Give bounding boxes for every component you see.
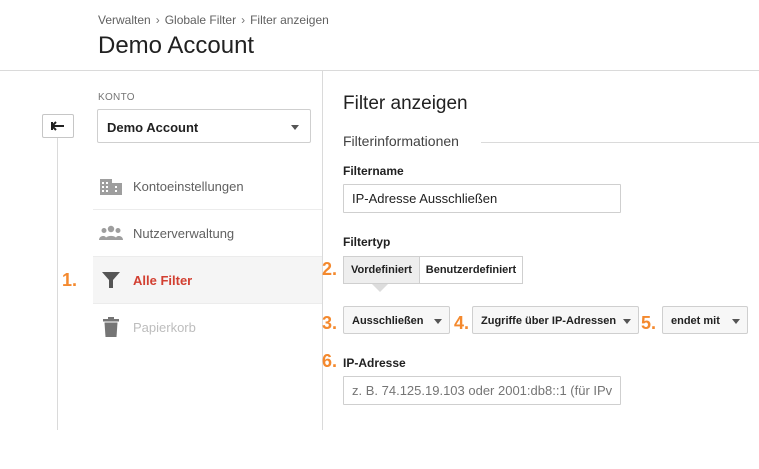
breadcrumb: Verwalten › Globale Filter › Filter anzeigen [98,13,329,27]
section-title: Filterinformationen [343,133,459,149]
page-header: Verwalten › Globale Filter › Filter anzeigen… [0,0,759,71]
breadcrumb-item-verwalten[interactable]: Verwalten [98,13,151,27]
sidebar-guide-line [57,138,58,430]
annotation-step-4: 4. [454,313,470,333]
building-icon [99,175,123,197]
ip-address-input[interactable] [343,376,621,405]
filtername-label: Filtername [343,164,404,178]
sidebar-item-label: Papierkorb [133,320,196,335]
filter-source-value: Zugriffe über IP-Adressen [481,315,617,327]
chevron-down-icon [732,319,740,324]
filter-expression-dropdown[interactable]: endet mit [662,306,748,334]
breadcrumb-separator: › [155,13,160,27]
back-arrow-icon [51,121,64,131]
breadcrumb-item-filter-anzeigen: Filter anzeigen [250,13,329,27]
chevron-down-icon [434,319,442,324]
sidebar-item-label: Alle Filter [133,273,193,288]
sidebar-item-alle-filter[interactable]: Alle Filter [93,257,322,304]
chevron-down-icon [291,125,299,130]
filter-action-value: Ausschließen [352,315,424,327]
breadcrumb-item-globale-filter[interactable]: Globale Filter [165,13,236,27]
annotation-step-1: 1. [62,270,78,290]
account-select[interactable]: Demo Account [97,109,311,143]
sidebar-divider [322,71,323,430]
trash-icon [99,316,123,338]
filtertyp-option-vordefiniert[interactable]: Vordefiniert [343,256,420,284]
sidebar-item-kontoeinstellungen[interactable]: Kontoeinstellungen [93,163,322,210]
back-button[interactable] [42,114,74,138]
annotation-step-2: 2. [322,259,338,279]
sidebar-item-label: Nutzerverwaltung [133,226,235,241]
filter-icon [99,269,123,291]
section-divider [481,142,759,143]
ip-address-label: IP-Adresse [343,356,406,370]
main-title: Filter anzeigen [343,93,468,114]
account-label: KONTO [98,92,135,103]
sidebar-item-nutzerverwaltung[interactable]: Nutzerverwaltung [93,210,322,257]
breadcrumb-separator: › [241,13,246,27]
selection-pointer [372,284,388,292]
chevron-down-icon [623,319,631,324]
sidebar-item-papierkorb[interactable]: Papierkorb [93,304,322,351]
users-icon [99,222,123,244]
annotation-step-5: 5. [641,313,657,333]
filter-source-dropdown[interactable]: Zugriffe über IP-Adressen [472,306,639,334]
account-select-value: Demo Account [107,120,199,135]
annotation-step-6: 6. [322,351,338,371]
filter-action-dropdown[interactable]: Ausschließen [343,306,450,334]
filtertyp-option-benutzerdefiniert[interactable]: Benutzerdefiniert [419,256,523,284]
filter-expression-value: endet mit [671,315,720,327]
page-title: Demo Account [98,32,255,59]
sidebar-item-label: Kontoeinstellungen [133,179,244,194]
filtername-input[interactable] [343,184,621,213]
annotation-step-3: 3. [322,313,338,333]
filtertyp-label: Filtertyp [343,235,391,249]
